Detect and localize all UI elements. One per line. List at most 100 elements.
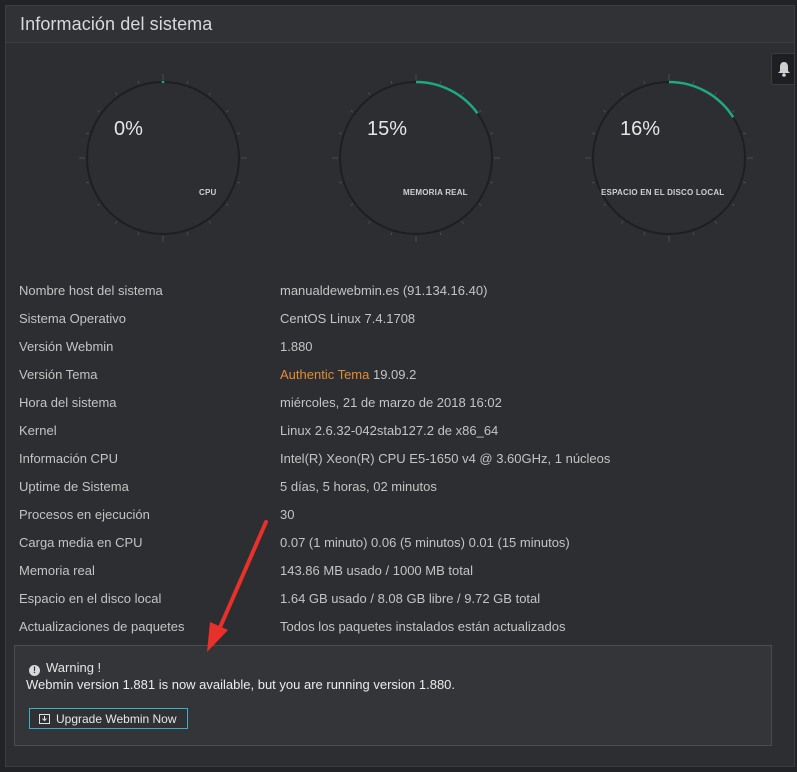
- disk-gauge-tick: [620, 220, 624, 224]
- memory-gauge-label: MEMORIA REAL: [403, 188, 468, 197]
- disk-gauge-tick: [731, 203, 735, 207]
- info-value: 143.86 MB usado / 1000 MB total: [280, 563, 473, 578]
- package-updates-link[interactable]: Todos los paquetes instalados están actu…: [280, 619, 565, 634]
- info-label: Uptime de Sistema: [19, 479, 129, 494]
- info-value: 1.64 GB usado / 8.08 GB libre / 9.72 GB …: [280, 591, 541, 606]
- disk-gauge-tick: [743, 181, 747, 184]
- info-label: Carga media en CPU: [19, 535, 143, 550]
- info-row-theme-version: Versión Tema Authentic Tema 19.09.2: [19, 367, 779, 395]
- disk-gauge-arc: [668, 80, 735, 118]
- uptime-link[interactable]: 5 días, 5 horas, 02 minutos: [280, 479, 437, 494]
- processes-link[interactable]: 30: [280, 507, 294, 522]
- memory-gauge-tick: [461, 92, 465, 96]
- info-row-hostname: Nombre host del sistema manualdewebmin.e…: [19, 283, 779, 311]
- disk-gauge-tick: [692, 80, 695, 84]
- info-label: Procesos en ejecución: [19, 507, 150, 522]
- memory-gauge-percent: 15%: [367, 118, 408, 140]
- memory-gauge-tick: [439, 80, 442, 84]
- warning-message: Webmin version 1.881 is now available, b…: [26, 677, 456, 692]
- cpu-gauge-tick: [237, 181, 241, 184]
- system-info-table: Nombre host del sistema manualdewebmin.e…: [19, 283, 779, 647]
- exclamation-circle-icon: !: [29, 665, 40, 676]
- disk-gauge-tick: [714, 220, 718, 224]
- memory-gauge-tick: [439, 232, 442, 236]
- info-label: Sistema Operativo: [19, 311, 126, 326]
- system-time-link[interactable]: miércoles, 21 de marzo de 2018 16:02: [280, 395, 502, 410]
- download-icon: [39, 713, 50, 724]
- info-label: Versión Tema: [19, 367, 98, 382]
- info-label: Versión Webmin: [19, 339, 114, 354]
- disk-gauge-tick: [643, 80, 646, 84]
- memory-gauge-tick: [490, 181, 494, 184]
- cpu-gauge-tick: [225, 109, 229, 113]
- cpu-gauge-tick: [225, 203, 229, 207]
- cpu-gauge-tick: [237, 132, 241, 135]
- cpu-gauge-tick: [208, 92, 212, 96]
- info-row-kernel: Kernel Linux 2.6.32-042stab127.2 de x86_…: [19, 423, 779, 451]
- info-label: Nombre host del sistema: [19, 283, 163, 298]
- cpu-gauge-ring: [86, 81, 240, 235]
- upgrade-button-label: Upgrade Webmin Now: [56, 711, 177, 726]
- cpu-gauge-tick: [137, 80, 140, 84]
- disk-gauge-tick: [603, 109, 607, 113]
- cpu-gauge-tick: [137, 232, 140, 236]
- cpu-gauge-tick: [85, 132, 89, 135]
- info-row-load-average: Carga media en CPU 0.07 (1 minuto) 0.06 …: [19, 535, 779, 563]
- disk-gauge-tick: [620, 92, 624, 96]
- gauges: 0% CPU 15% MEMORIA REAL 16% ESPACIO EN E…: [6, 6, 796, 256]
- disk-gauge-tick: [743, 132, 747, 135]
- hostname-link[interactable]: manualdewebmin.es (91.134.16.40): [280, 283, 487, 298]
- memory-gauge-tick: [390, 232, 393, 236]
- info-row-uptime: Uptime de Sistema 5 días, 5 horas, 02 mi…: [19, 479, 779, 507]
- disk-gauge-tick: [731, 109, 735, 113]
- memory-gauge-tick: [478, 109, 482, 113]
- disk-gauge-tick: [643, 232, 646, 236]
- memory-gauge-tick: [390, 80, 393, 84]
- info-value: Authentic Tema 19.09.2: [280, 367, 416, 382]
- memory-gauge-tick: [461, 220, 465, 224]
- disk-gauge-label: ESPACIO EN EL DISCO LOCAL: [601, 188, 725, 197]
- memory-gauge-tick: [490, 132, 494, 135]
- info-value: 1.880: [280, 339, 313, 354]
- info-row-system-time: Hora del sistema miércoles, 21 de marzo …: [19, 395, 779, 423]
- info-label: Kernel: [19, 423, 57, 438]
- cpu-gauge-tick: [186, 232, 189, 236]
- info-row-cpu-info: Información CPU Intel(R) Xeon(R) CPU E5-…: [19, 451, 779, 479]
- info-label: Información CPU: [19, 451, 118, 466]
- memory-gauge-tick: [478, 203, 482, 207]
- info-row-webmin-version: Versión Webmin 1.880: [19, 339, 779, 367]
- info-value: CentOS Linux 7.4.1708: [280, 311, 416, 326]
- disk-gauge-tick: [714, 92, 718, 96]
- cpu-gauge-label: CPU: [199, 188, 217, 197]
- info-label: Hora del sistema: [19, 395, 117, 410]
- disk-gauge-percent: 16%: [620, 118, 661, 140]
- info-row-memory: Memoria real 143.86 MB usado / 1000 MB t…: [19, 563, 779, 591]
- info-row-processes: Procesos en ejecución 30: [19, 507, 779, 535]
- info-label: Memoria real: [19, 563, 95, 578]
- disk-gauge-tick: [692, 232, 695, 236]
- info-value: 0.07 (1 minuto) 0.06 (5 minutos) 0.01 (1…: [280, 535, 570, 550]
- info-value: Linux 2.6.32-042stab127.2 de x86_64: [280, 423, 499, 438]
- cpu-gauge-tick: [114, 220, 118, 224]
- upgrade-webmin-button[interactable]: Upgrade Webmin Now: [29, 708, 188, 729]
- warning-title-text: Warning !: [46, 660, 102, 675]
- cpu-gauge-tick: [85, 181, 89, 184]
- memory-gauge-tick: [338, 132, 342, 135]
- memory-gauge-tick: [350, 109, 354, 113]
- info-row-os: Sistema Operativo CentOS Linux 7.4.1708: [19, 311, 779, 339]
- theme-link[interactable]: Authentic Tema: [280, 367, 369, 382]
- cpu-gauge-tick: [97, 109, 101, 113]
- info-row-disk: Espacio en el disco local 1.64 GB usado …: [19, 591, 779, 619]
- cpu-gauge-percent: 0%: [114, 118, 143, 140]
- memory-gauge-tick: [350, 203, 354, 207]
- info-row-packages: Actualizaciones de paquetes Todos los pa…: [19, 619, 779, 647]
- warning-title: ! Warning !: [29, 660, 101, 676]
- disk-gauge-tick: [591, 181, 595, 184]
- memory-gauge-tick: [367, 220, 371, 224]
- info-value: Intel(R) Xeon(R) CPU E5-1650 v4 @ 3.60GH…: [280, 451, 611, 466]
- info-label: Actualizaciones de paquetes: [19, 619, 185, 634]
- info-label: Espacio en el disco local: [19, 591, 162, 606]
- memory-gauge-tick: [367, 92, 371, 96]
- memory-gauge-tick: [338, 181, 342, 184]
- cpu-gauge-tick: [208, 220, 212, 224]
